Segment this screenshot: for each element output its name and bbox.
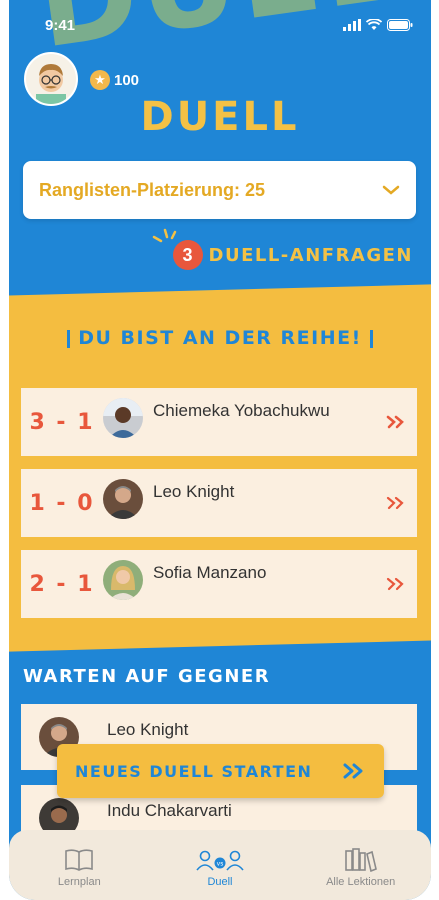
- ranking-dropdown[interactable]: Ranglisten-Platzierung: 25: [23, 161, 416, 219]
- opponent-name: Chiemeka Yobachukwu: [153, 401, 330, 420]
- double-chevron-right-icon: [386, 577, 404, 591]
- waiting-section-title: WARTEN AUF GEGNER: [23, 666, 271, 687]
- status-icons: [343, 19, 413, 31]
- opponent-name: Leo Knight: [107, 720, 189, 739]
- opponent-name: Sofia Manzano: [153, 563, 267, 582]
- new-duel-label: NEUES DUELL STARTEN: [75, 761, 313, 781]
- opponent-avatar: [103, 560, 143, 600]
- coin-balance: ★ 100: [90, 70, 139, 90]
- double-chevron-right-icon: [343, 763, 363, 779]
- duel-score: 1 - 0: [29, 490, 95, 516]
- tab-label: Duell: [207, 876, 233, 888]
- tab-duell[interactable]: vs Duell: [160, 848, 280, 888]
- opponent-avatar: [103, 398, 143, 438]
- tab-label: Lernplan: [57, 876, 101, 888]
- tab-lernplan[interactable]: Lernplan: [19, 848, 139, 888]
- requests-label: DUELL-ANFRAGEN: [208, 244, 413, 266]
- coin-value: 100: [114, 71, 140, 89]
- duel-card[interactable]: 1 - 0 Leo Knight: [21, 469, 417, 537]
- your-turn-title: DU BIST AN DER REIHE!: [9, 327, 431, 349]
- duel-card[interactable]: 2 - 1 Sofia Manzano: [21, 550, 417, 618]
- new-duel-button[interactable]: NEUES DUELL STARTEN: [57, 744, 384, 798]
- book-icon: [65, 849, 94, 871]
- title-decoration-left: [67, 329, 71, 348]
- sparkle-icon: [152, 228, 176, 243]
- your-turn-label: DU BIST AN DER REIHE!: [78, 327, 362, 349]
- play-arrow: [377, 414, 417, 430]
- versus-icon: vs: [196, 850, 244, 871]
- duel-requests-link[interactable]: 3 DUELL-ANFRAGEN: [152, 228, 413, 270]
- play-arrow: [377, 576, 417, 592]
- status-time: 9:41: [45, 17, 76, 34]
- opponent-avatar: [103, 479, 143, 519]
- star-coin-icon: ★: [90, 70, 110, 90]
- chevron-down-icon: [382, 185, 400, 195]
- library-icon: [344, 848, 377, 872]
- app-screen: DUELL 9:41: [9, 0, 431, 900]
- svg-text:vs: vs: [217, 861, 224, 868]
- double-chevron-right-icon: [386, 415, 404, 429]
- status-bar: 9:41: [9, 0, 431, 44]
- tab-label: Alle Lektionen: [326, 876, 396, 888]
- bottom-tab-bar: Lernplan vs Duell Alle Lektionen: [9, 830, 431, 900]
- duel-card[interactable]: 3 - 1 Chiemeka Yobachukwu: [21, 388, 417, 456]
- ranking-label: Ranglisten-Platzierung: 25: [39, 179, 266, 200]
- duel-score: 2 - 1: [29, 571, 95, 597]
- duel-score: 3 - 1: [29, 409, 95, 435]
- signal-icon: [343, 19, 361, 31]
- tab-alle-lektionen[interactable]: Alle Lektionen: [301, 848, 421, 888]
- title-decoration-right: [369, 329, 373, 348]
- page-title: DUELL: [140, 94, 300, 140]
- opponent-name: Indu Chakarvarti: [107, 801, 232, 820]
- opponent-name: Leo Knight: [153, 482, 235, 501]
- wifi-icon: [366, 19, 382, 30]
- double-chevron-right-icon: [386, 496, 404, 510]
- battery-icon: [387, 19, 413, 31]
- play-arrow: [377, 495, 417, 511]
